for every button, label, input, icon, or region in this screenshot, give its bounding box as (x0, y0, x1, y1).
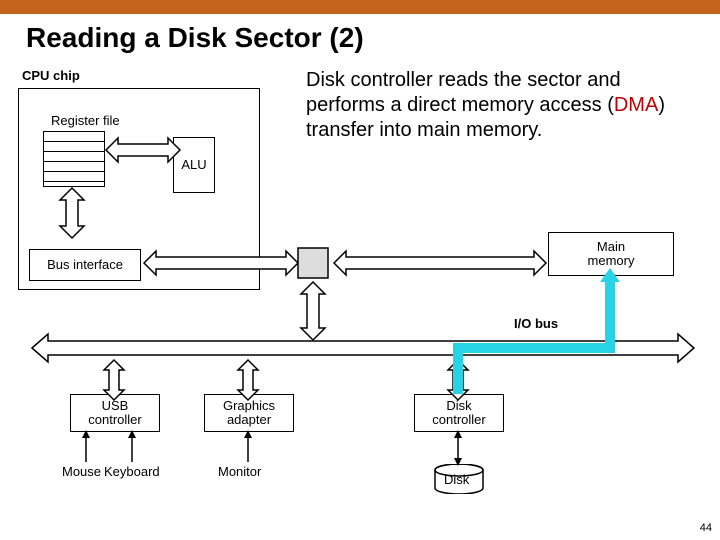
slide: Reading a Disk Sector (2) 44 Disk contro… (0, 0, 720, 540)
usb-l2: controller (88, 413, 141, 427)
register (44, 162, 104, 172)
desc-pre: Disk controller reads the sector and per… (306, 69, 621, 116)
register-file-label: Register file (51, 113, 120, 128)
gfx-l2: adapter (227, 413, 271, 427)
mem-l2: memory (588, 254, 635, 268)
register (44, 132, 104, 142)
usb-l1: USB (102, 399, 129, 413)
diagram-stage: Disk controller reads the sector and per… (18, 68, 702, 508)
cpu-chip-box: Register file ALU Bus interface (18, 88, 260, 290)
register (44, 152, 104, 162)
top-accent-bar (0, 0, 720, 14)
mouse-label: Mouse (62, 464, 101, 479)
diskc-l1: Disk (446, 399, 471, 413)
main-memory-box: Main memory (548, 232, 674, 276)
gfx-l1: Graphics (223, 399, 275, 413)
disk-label: Disk (444, 472, 469, 487)
page-number: 44 (700, 522, 712, 534)
disk-controller-box: Disk controller (414, 394, 504, 432)
bus-interface-box: Bus interface (29, 249, 141, 281)
graphics-adapter-box: Graphics adapter (204, 394, 294, 432)
monitor-label: Monitor (218, 464, 261, 479)
slide-title: Reading a Disk Sector (2) (26, 22, 364, 54)
register (44, 182, 104, 191)
register (44, 142, 104, 152)
mem-l1: Main (597, 240, 625, 254)
description-text: Disk controller reads the sector and per… (306, 68, 686, 143)
usb-controller-box: USB controller (70, 394, 160, 432)
alu-box: ALU (173, 137, 215, 193)
dma-text: DMA (614, 94, 658, 116)
register-file-box (43, 131, 105, 187)
register (44, 172, 104, 182)
keyboard-label: Keyboard (104, 464, 160, 479)
diskc-l2: controller (432, 413, 485, 427)
cpu-chip-label: CPU chip (22, 68, 80, 83)
io-bus-label: I/O bus (514, 316, 558, 331)
